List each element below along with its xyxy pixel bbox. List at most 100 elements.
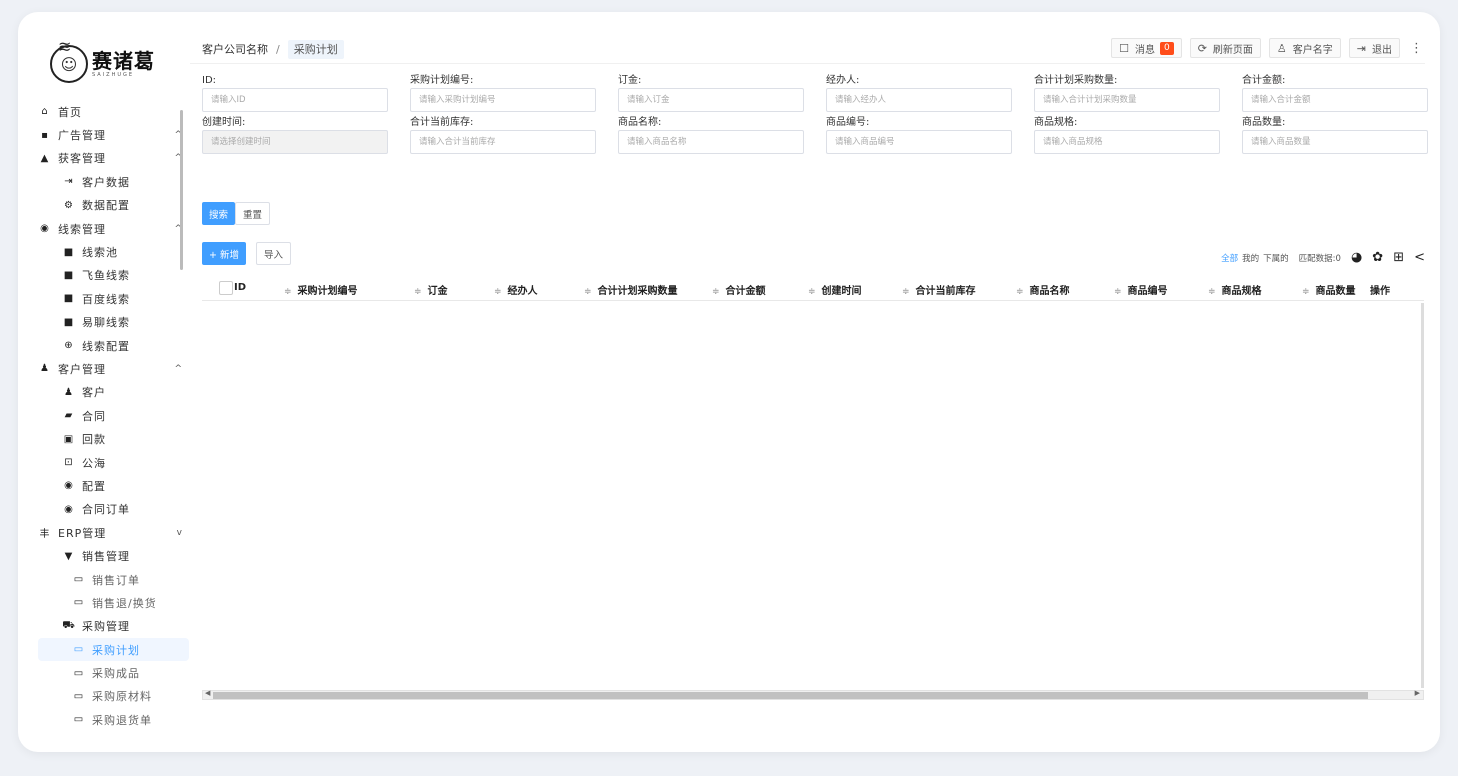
refresh-button[interactable]: ⟳ 刷新页面 (1189, 38, 1261, 58)
sidebar-item[interactable]: ▲ 获客管理 ^ (38, 147, 203, 170)
sidebar-item[interactable]: ♟ 客户 (38, 381, 203, 404)
sort-icon[interactable]: ≑ (1016, 287, 1024, 297)
sidebar-item[interactable]: ⇥ 客户数据 (38, 170, 203, 193)
column-header[interactable]: 操作 (1370, 282, 1390, 297)
breadcrumb-current[interactable]: 采购计划 (287, 39, 344, 59)
column-header[interactable]: ≑ 合计计划采购数量 (584, 282, 678, 297)
scroll-left-icon[interactable]: ◀ (205, 689, 210, 697)
sidebar-item[interactable]: ⛟ 采购管理 (38, 615, 203, 638)
column-header[interactable]: ≑ 采购计划编号 (284, 282, 358, 297)
gear-icon[interactable]: ✿ (1372, 250, 1383, 265)
sidebar-item[interactable]: ■ 飞鱼线索 (38, 264, 203, 287)
main-content: 客户公司名称 / 采购计划 ☐ 消息 0 ⟳ 刷新页面 ♙ 客户名字 ⇥ 退出 … (190, 38, 1428, 700)
column-header[interactable]: ≑ 商品编号 (1114, 282, 1168, 297)
reset-button[interactable]: 重置 (235, 202, 271, 225)
chevron-down-icon[interactable]: v (177, 528, 183, 538)
sidebar-item[interactable]: ⊡ 公海 (38, 451, 203, 474)
column-header[interactable]: ≑ 商品名称 (1016, 282, 1070, 297)
sidebar-item[interactable]: ▭ 销售订单 (38, 568, 203, 591)
contract-icon: ▰ (64, 410, 74, 422)
sidebar-item[interactable]: ◉ 线索管理 ^ (38, 217, 203, 240)
breadcrumb-root[interactable]: 客户公司名称 (202, 43, 268, 56)
sidebar-item[interactable]: 丰 ERP管理 v (38, 521, 203, 544)
sort-icon[interactable]: ≑ (808, 287, 816, 297)
table-vertical-scrollbar[interactable] (1421, 303, 1424, 688)
filter-label: 商品名称: (618, 117, 662, 128)
filter-input[interactable]: 请输入合计当前库存 (410, 130, 596, 154)
sort-icon[interactable]: ≑ (1208, 287, 1216, 297)
sidebar-item[interactable]: ▰ 合同 (38, 404, 203, 427)
sort-icon[interactable]: ≑ (414, 287, 422, 297)
filter-input[interactable]: 请输入采购计划编号 (410, 88, 596, 112)
column-header[interactable]: ≑ 商品规格 (1208, 282, 1262, 297)
sidebar-item[interactable]: ▭ 采购原材料 (38, 685, 203, 708)
filter-all-link[interactable]: 全部 (1221, 252, 1238, 264)
sidebar-item[interactable]: ▭ 采购计划 (38, 637, 189, 662)
column-header[interactable]: ≑ 经办人 (494, 282, 538, 297)
filter-input[interactable]: 请输入合计计划采购数量 (1034, 88, 1220, 112)
column-header[interactable]: ≑ 合计金额 (712, 282, 766, 297)
filter-input[interactable]: 请输入商品名称 (618, 130, 804, 154)
filter-input[interactable]: 请输入经办人 (826, 88, 1012, 112)
sidebar-item[interactable]: ⚙ 数据配置 (38, 194, 203, 217)
share-icon[interactable]: < (1414, 250, 1425, 265)
sidebar-item[interactable]: ⌂ 首页 (38, 100, 203, 123)
search-button[interactable]: 搜索 (202, 202, 236, 225)
logout-button[interactable]: ⇥ 退出 (1348, 38, 1400, 58)
chat-icon: ☐ (1119, 41, 1129, 55)
message-button[interactable]: ☐ 消息 0 (1111, 38, 1182, 58)
filter-mine-link[interactable]: 我的 (1242, 252, 1259, 264)
sort-icon[interactable]: ≑ (494, 287, 502, 297)
user-button[interactable]: ♙ 客户名字 (1268, 38, 1341, 58)
column-header[interactable]: ≑ 合计当前库存 (902, 282, 976, 297)
sidebar-item[interactable]: ▣ 回款 (38, 427, 203, 450)
filter-input[interactable]: 请输入订金 (618, 88, 804, 112)
sidebar-item[interactable]: ■ 百度线索 (38, 287, 203, 310)
column-header[interactable]: ≑ 商品数量 (1302, 282, 1356, 297)
sidebar-item[interactable]: ▼ 销售管理 (38, 544, 203, 567)
sidebar-item-label: 线索管理 (58, 222, 106, 236)
filter-input[interactable]: 请输入ID (202, 88, 388, 112)
sidebar-item-label: 公海 (82, 456, 106, 470)
chevron-up-icon[interactable]: ^ (174, 364, 183, 374)
sidebar-item[interactable]: ⊕ 线索配置 (38, 334, 203, 357)
sidebar-item[interactable]: ■ 线索池 (38, 240, 203, 263)
date-picker-input[interactable]: 请选择创建时间 (202, 130, 388, 154)
sort-icon[interactable]: ≑ (584, 287, 592, 297)
sort-icon[interactable]: ≑ (902, 287, 910, 297)
sidebar-scrollbar[interactable] (180, 110, 183, 270)
pie-chart-icon[interactable]: ◕ (1351, 250, 1362, 265)
filter-input[interactable]: 请输入商品规格 (1034, 130, 1220, 154)
table-horizontal-scrollbar[interactable]: ◀ ▶ (202, 689, 1424, 700)
filter-input[interactable]: 请输入商品数量 (1242, 130, 1428, 154)
sort-icon[interactable]: ≑ (1114, 287, 1122, 297)
sort-icon[interactable]: ≑ (712, 287, 720, 297)
add-button[interactable]: + 新增 (202, 242, 246, 265)
logo[interactable]: ≋ ☺ 赛诸葛 SAIZHUGE (38, 28, 203, 100)
sidebar-item[interactable]: ■ 易聊线索 (38, 311, 203, 334)
sidebar-item[interactable]: ▭ 销售退/换货 (38, 591, 203, 614)
sidebar-item-label: 销售管理 (82, 550, 130, 564)
contract-order-icon: ◉ (64, 503, 74, 515)
scroll-right-icon[interactable]: ▶ (1415, 689, 1420, 697)
grid-icon[interactable]: ⊞ (1393, 250, 1404, 265)
sidebar-item[interactable]: ▭ 采购退货单 (38, 708, 203, 731)
import-button[interactable]: 导入 (256, 242, 292, 265)
sidebar-item[interactable]: ▭ 采购成品 (38, 661, 203, 684)
more-icon[interactable]: ⋮ (1408, 38, 1425, 58)
scroll-thumb[interactable] (213, 692, 1368, 699)
sidebar-item[interactable]: ◉ 配置 (38, 474, 203, 497)
sidebar-item[interactable]: ◉ 合同订单 (38, 498, 203, 521)
column-header-label: 商品数量 (1315, 286, 1356, 297)
column-header[interactable]: ≑ 订金 (414, 282, 448, 297)
column-header[interactable]: ≑ 创建时间 (808, 282, 862, 297)
select-all-checkbox[interactable] (219, 281, 233, 295)
column-header[interactable]: ID (234, 282, 246, 293)
sort-icon[interactable]: ≑ (1302, 287, 1310, 297)
filter-input[interactable]: 请输入商品编号 (826, 130, 1012, 154)
sidebar-item[interactable]: ▪ 广告管理 ^ (38, 123, 203, 146)
filter-sub-link[interactable]: 下属的 (1263, 252, 1289, 264)
filter-input[interactable]: 请输入合计金额 (1242, 88, 1428, 112)
sidebar-item[interactable]: ♟ 客户管理 ^ (38, 357, 203, 380)
sort-icon[interactable]: ≑ (284, 287, 292, 297)
